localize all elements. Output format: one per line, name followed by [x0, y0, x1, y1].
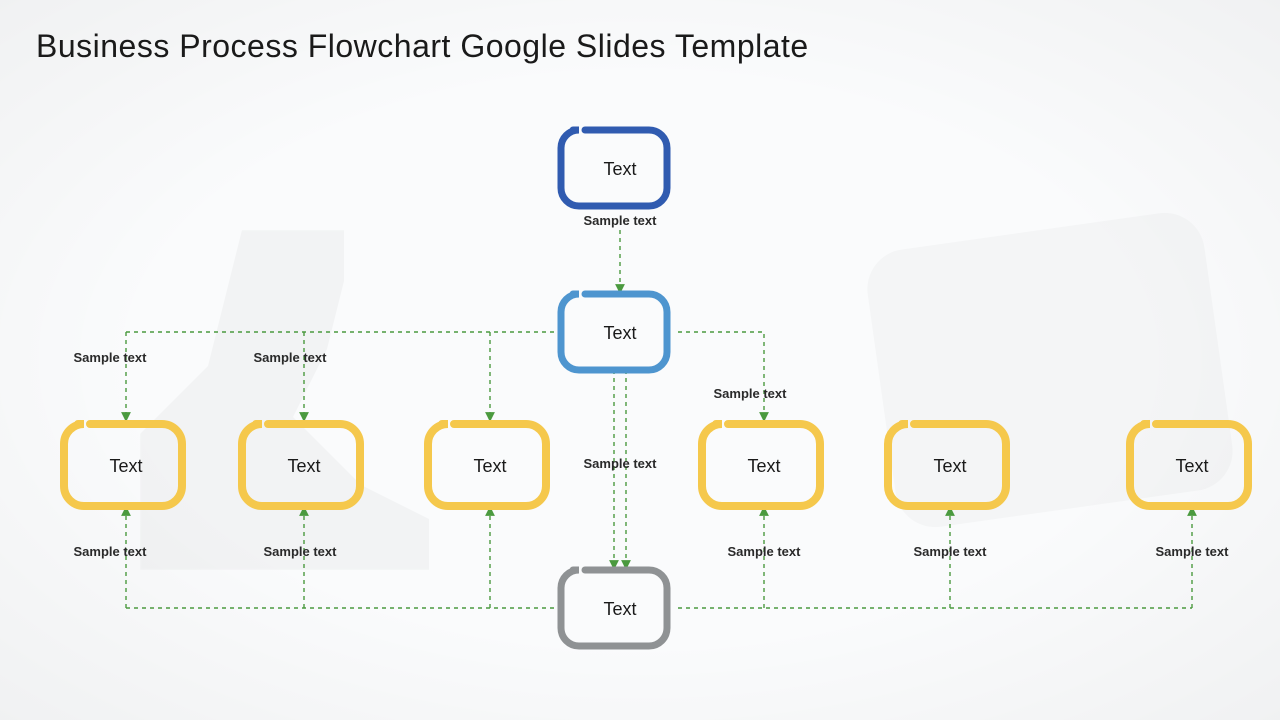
node-y4-label: Text	[747, 456, 780, 476]
node-bottom: Text	[561, 570, 667, 646]
node-y6: Text	[1130, 424, 1248, 506]
node-y3: Text	[428, 424, 546, 506]
node-y1-caption-top: Sample text	[74, 350, 148, 365]
node-y4-caption-top: Sample text	[714, 386, 788, 401]
node-y5: Text	[888, 424, 1006, 506]
node-y2-caption-top: Sample text	[254, 350, 328, 365]
node-y1-caption-bottom: Sample text	[74, 544, 148, 559]
node-top-label: Text	[603, 159, 636, 179]
node-bottom-label: Text	[603, 599, 636, 619]
node-y1: Text	[64, 424, 182, 506]
node-top-caption: Sample text	[584, 213, 658, 228]
node-y6-label: Text	[1175, 456, 1208, 476]
node-mid: Text	[561, 294, 667, 370]
node-y2-label: Text	[287, 456, 320, 476]
node-mid-label: Text	[603, 323, 636, 343]
node-y5-label: Text	[933, 456, 966, 476]
flowchart-canvas: Text Sample text Text Sample text Text T…	[0, 0, 1280, 720]
node-y4: Text	[702, 424, 820, 506]
node-y5-caption-bottom: Sample text	[914, 544, 988, 559]
node-top: Text Sample text	[561, 130, 667, 228]
node-y2: Text	[242, 424, 360, 506]
node-mid-caption: Sample text	[584, 456, 658, 471]
node-y2-caption-bottom: Sample text	[264, 544, 338, 559]
node-y1-label: Text	[109, 456, 142, 476]
connector-to-y4	[678, 332, 764, 420]
node-y4-caption-bottom: Sample text	[728, 544, 802, 559]
node-y6-caption-bottom: Sample text	[1156, 544, 1230, 559]
node-y3-label: Text	[473, 456, 506, 476]
